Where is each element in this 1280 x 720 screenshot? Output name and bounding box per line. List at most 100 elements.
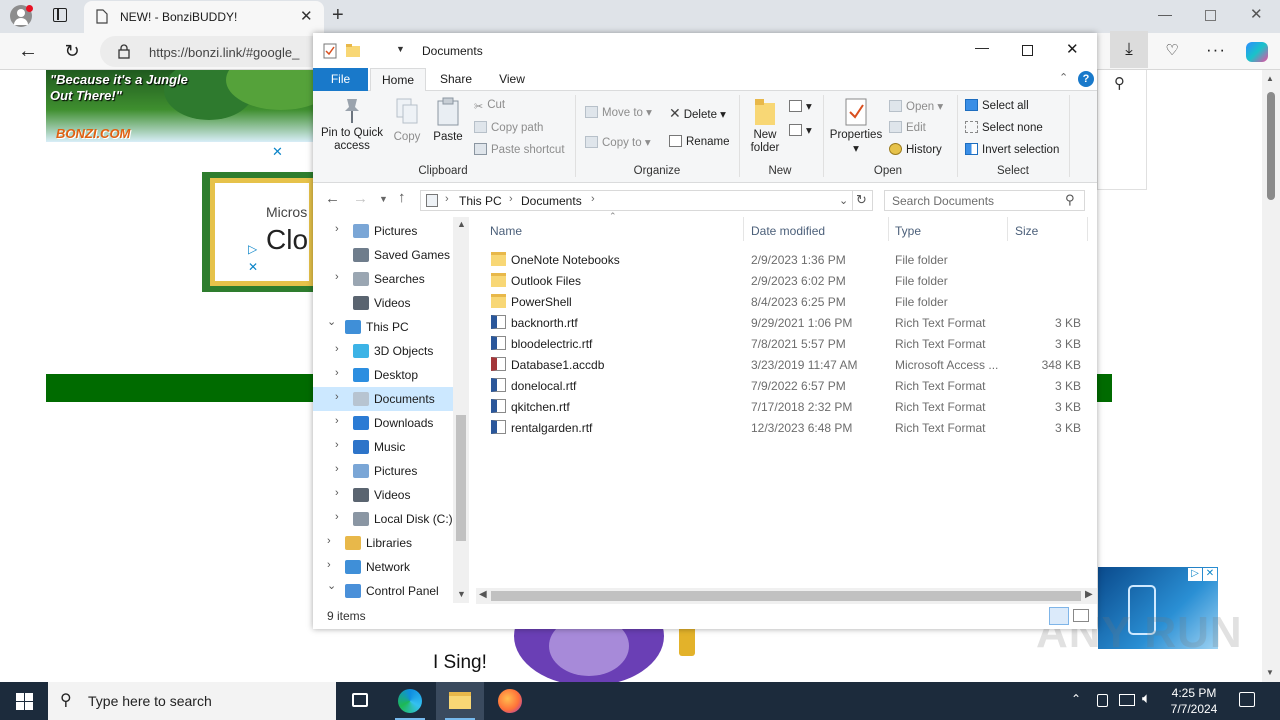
details-view-icon[interactable] (1049, 607, 1069, 625)
chevron-right-icon[interactable]: › (335, 439, 339, 451)
new-tab-button[interactable]: + (332, 4, 344, 27)
bamboo-ad[interactable]: Micros Clo ▷ ✕ (202, 172, 314, 292)
scroll-right-arrow[interactable]: ▶ (1085, 589, 1093, 600)
chevron-right-icon[interactable]: › (327, 535, 331, 547)
breadcrumb-documents[interactable]: Documents (521, 194, 582, 208)
horizontal-scroll-thumb[interactable] (491, 591, 1081, 601)
invert-selection-button[interactable]: Invert selection (965, 143, 1059, 156)
pin-icon[interactable]: ⚲ (1114, 74, 1125, 92)
address-dropdown-icon[interactable]: ⌄ (839, 194, 848, 207)
recent-locations-icon[interactable]: ▼ (379, 194, 388, 204)
edit-button[interactable]: Edit (889, 121, 926, 134)
file-row[interactable]: backnorth.rtf 9/29/2021 1:06 PM Rich Text … (476, 312, 1097, 333)
file-row[interactable]: PowerShell 8/4/2023 6:25 PM File folder (476, 291, 1097, 312)
scroll-down-arrow[interactable]: ▼ (1266, 668, 1274, 677)
scroll-down-arrow[interactable]: ▼ (457, 589, 466, 599)
navigation-pane-scrollbar[interactable]: ▲ ▼ (453, 217, 469, 603)
network-icon[interactable] (1119, 694, 1135, 706)
cut-button[interactable]: ✂ Cut (474, 99, 505, 113)
file-explorer-taskbar-button[interactable] (436, 682, 484, 720)
properties-quick-icon[interactable] (323, 43, 337, 59)
history-button[interactable]: History (889, 143, 942, 156)
nav-item[interactable]: › Downloads (313, 411, 453, 435)
back-icon[interactable]: ← (325, 190, 340, 207)
file-row[interactable]: Database1.accdb 3/23/2019 11:47 AM Microso… (476, 354, 1097, 375)
nav-item[interactable]: › Pictures (313, 219, 453, 243)
forward-icon[interactable]: → (353, 190, 368, 207)
scroll-up-arrow[interactable]: ▲ (457, 219, 466, 229)
volume-icon[interactable]: 🔈︎ (1142, 690, 1151, 707)
file-row[interactable]: rentalgarden.rtf 12/3/2023 6:48 PM Rich Te… (476, 417, 1097, 438)
file-row[interactable]: bloodelectric.rtf 7/8/2021 5:57 PM Rich Te… (476, 333, 1097, 354)
quick-access-dropdown-icon[interactable]: ▼ (396, 44, 405, 54)
nav-item[interactable]: ⌄ Control Panel (313, 579, 453, 603)
system-clock[interactable]: 4:25 PM 7/7/2024 (1158, 685, 1230, 717)
file-list-horizontal-scrollbar[interactable]: ◀ ▶ (476, 588, 1097, 604)
task-view-button[interactable] (336, 682, 384, 720)
performance-icon[interactable]: ♡ (1160, 39, 1184, 63)
page-scrollbar[interactable]: ▲ ▼ (1262, 70, 1280, 682)
rename-button[interactable]: Rename (669, 135, 729, 148)
chevron-right-icon[interactable]: › (335, 271, 339, 283)
navigation-scroll-thumb[interactable] (456, 415, 466, 541)
nav-item[interactable]: › Videos (313, 483, 453, 507)
copilot-icon[interactable] (1246, 42, 1268, 62)
column-header-size[interactable]: Size (1015, 224, 1038, 238)
paste-button[interactable]: Paste (432, 97, 464, 157)
copy-to-button[interactable]: Copy to ▾ (585, 135, 651, 149)
nav-item[interactable]: ⌄ This PC (313, 315, 453, 339)
refresh-icon[interactable]: ↻ (60, 39, 84, 63)
properties-button[interactable]: Properties ▾ (829, 97, 883, 155)
file-row[interactable]: Outlook Files 2/9/2023 6:02 PM File folder (476, 270, 1097, 291)
adchoices-icon[interactable]: ▷ (248, 242, 257, 256)
lock-icon[interactable] (118, 44, 130, 59)
tray-device-icon[interactable] (1097, 694, 1108, 707)
copy-button[interactable]: Copy (391, 97, 423, 157)
refresh-button[interactable]: ↻ (853, 190, 873, 211)
minimize-browser-button[interactable]: — (1158, 6, 1172, 22)
chevron-right-icon[interactable]: › (335, 367, 339, 379)
search-documents-input[interactable]: Search Documents ⚲ (884, 190, 1085, 211)
open-button[interactable]: Open ▾ (889, 99, 943, 113)
tab-file[interactable]: File (313, 68, 368, 91)
ad-close-icon[interactable]: ✕ (248, 260, 258, 274)
file-row[interactable]: donelocal.rtf 7/9/2022 6:57 PM Rich Text F… (476, 375, 1097, 396)
explorer-minimize-button[interactable]: — (975, 39, 989, 55)
nav-item[interactable]: › Documents (313, 387, 453, 411)
chevron-down-icon[interactable]: ⌄ (327, 579, 336, 592)
nav-item[interactable]: Videos (313, 291, 453, 315)
nav-item[interactable]: › Network (313, 555, 453, 579)
chevron-right-icon[interactable]: › (335, 343, 339, 355)
nav-item[interactable]: › Local Disk (C:) (313, 507, 453, 531)
delete-button[interactable]: ✕ Delete ▾ (669, 105, 726, 122)
chevron-right-icon[interactable]: › (335, 463, 339, 475)
column-header-type[interactable]: Type (895, 224, 921, 238)
paste-shortcut-button[interactable]: Paste shortcut (474, 143, 565, 156)
column-header-name[interactable]: Name (490, 224, 522, 238)
breadcrumb[interactable]: › This PC › Documents › ⌄ (420, 190, 853, 211)
browser-tab[interactable]: NEW! - BonziBUDDY! ✕ (84, 1, 324, 33)
file-row[interactable]: OneNote Notebooks 2/9/2023 1:36 PM File fo… (476, 249, 1097, 270)
more-options-icon[interactable]: ··· (1204, 38, 1228, 62)
nav-item[interactable]: › Pictures (313, 459, 453, 483)
ad-close-icon[interactable]: ✕ (272, 144, 283, 160)
nav-item[interactable]: Saved Games (313, 243, 453, 267)
explorer-title-bar[interactable]: ▼ Documents — ✕ (313, 33, 1097, 68)
page-scroll-thumb[interactable] (1267, 92, 1275, 200)
up-icon[interactable]: ↑ (398, 189, 406, 206)
column-header-date-modified[interactable]: Date modified (751, 224, 825, 238)
nav-item[interactable]: › Desktop (313, 363, 453, 387)
nav-item[interactable]: › Music (313, 435, 453, 459)
new-item-button[interactable]: ▾ (789, 99, 812, 113)
move-to-button[interactable]: Move to ▾ (585, 105, 652, 119)
breadcrumb-this-pc[interactable]: This PC (459, 194, 502, 208)
chevron-down-icon[interactable]: ⌄ (327, 315, 336, 328)
tab-actions-icon[interactable] (53, 8, 67, 22)
chevron-right-icon[interactable]: › (335, 223, 339, 235)
select-all-button[interactable]: Select all (965, 99, 1029, 112)
tab-view[interactable]: View (484, 68, 540, 91)
nav-item[interactable]: › Libraries (313, 531, 453, 555)
taskbar-search-box[interactable]: ⚲ Type here to search (48, 682, 336, 720)
help-icon[interactable]: ? (1078, 71, 1094, 87)
tab-close-button[interactable]: ✕ (300, 7, 313, 25)
